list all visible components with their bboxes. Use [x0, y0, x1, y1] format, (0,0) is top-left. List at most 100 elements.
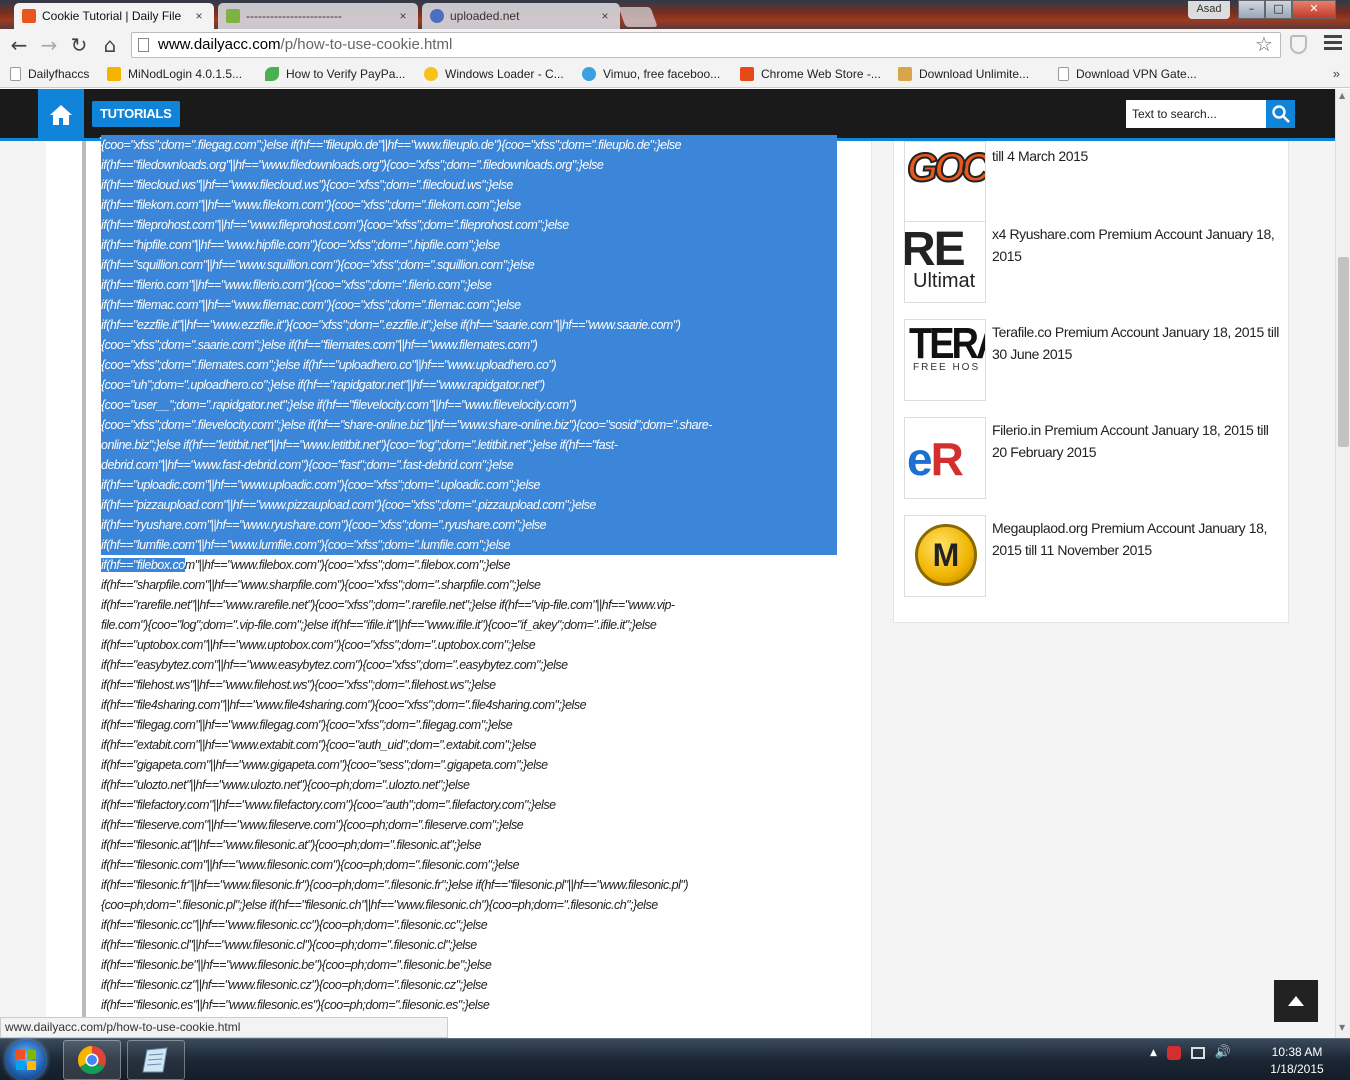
code-line-selected: debrid.com"||hf=="www.fast-debrid.com"){… [101, 455, 837, 475]
site-search-button[interactable] [1266, 100, 1295, 128]
post-thumbnail[interactable]: M [904, 515, 986, 597]
page-icon [10, 67, 21, 81]
app-icon [107, 67, 121, 81]
bookmarks-bar: Dailyfhaccs MiNodLogin 4.0.1.5... How to… [0, 62, 1350, 88]
code-text: m"||hf=="www.filebox.com"){coo="xfss";do… [184, 558, 511, 572]
bookmark-item[interactable]: How to Verify PayPa... [265, 67, 405, 81]
window-controls: – □ ✕ [1238, 0, 1336, 19]
home-icon[interactable]: ⌂ [97, 33, 123, 57]
scroll-to-top-button[interactable] [1274, 980, 1318, 1022]
code-line-selected: if(hf=="filecloud.ws"||hf=="www.fileclou… [101, 175, 837, 195]
code-line: if(hf=="filesonic.cc"||hf=="www.filesoni… [101, 918, 488, 932]
code-line-selected: {coo="user__";dom=".rapidgator.net";}els… [101, 395, 837, 415]
start-button[interactable] [6, 1040, 46, 1080]
scrollbar-thumb[interactable] [1338, 257, 1349, 447]
thumb-logo-text: GOC [906, 145, 986, 191]
code-line-selected: if(hf=="pizzaupload.com"||hf=="www.pizza… [101, 495, 837, 515]
bookmark-star-icon[interactable]: ☆ [1255, 32, 1273, 56]
bookmark-item[interactable]: Windows Loader - C... [424, 67, 564, 81]
folder-icon [898, 67, 912, 81]
browser-toolbar: ← → ↻ ⌂ www.dailyacc.com/p/how-to-use-co… [0, 29, 1350, 62]
new-tab-button[interactable] [618, 7, 658, 27]
address-bar[interactable]: www.dailyacc.com/p/how-to-use-cookie.htm… [131, 32, 1281, 58]
profile-badge[interactable]: Asad [1188, 1, 1230, 19]
taskbar-clock[interactable]: 10:38 AM 1/18/2015 [1262, 1044, 1332, 1078]
post-thumbnail[interactable]: GOC [904, 141, 986, 223]
page-scrollbar[interactable]: ▲ ▼ [1335, 89, 1350, 1038]
caret-up-icon [1288, 996, 1304, 1006]
bookmark-item[interactable]: Chrome Web Store -... [740, 67, 881, 81]
back-arrow-icon[interactable]: ← [6, 33, 32, 57]
link-status-bar: www.dailyacc.com/p/how-to-use-cookie.htm… [0, 1017, 448, 1038]
forward-arrow-icon[interactable]: → [36, 33, 62, 57]
bookmark-item[interactable]: Dailyfhaccs [10, 67, 89, 81]
skype-icon[interactable] [1166, 1045, 1181, 1060]
tutorials-menu-button[interactable]: TUTORIALS ▾ [92, 101, 180, 147]
code-line: if(hf=="ulozto.net"||hf=="www.ulozto.net… [101, 778, 470, 792]
post-title-link[interactable]: Megauplaod.org Premium Account January 1… [992, 517, 1284, 561]
close-window-button[interactable]: ✕ [1292, 0, 1336, 19]
code-line: if(hf=="filesonic.cl"||hf=="www.filesoni… [101, 938, 477, 952]
taskbar-app-button[interactable] [127, 1040, 185, 1080]
maximize-button[interactable]: □ [1265, 0, 1292, 19]
post-title-link[interactable]: till 4 March 2015 [992, 145, 1284, 167]
post-title-link[interactable]: Terafile.co Premium Account January 18, … [992, 321, 1284, 365]
tab-cookie-tutorial[interactable]: Cookie Tutorial | Daily File × [14, 3, 214, 29]
tray-expand-icon[interactable]: ▲ [1150, 1048, 1157, 1058]
chrome-icon [78, 1046, 106, 1074]
bookmark-label: Dailyfhaccs [28, 67, 90, 81]
post-title-link[interactable]: x4 Ryushare.com Premium Account January … [992, 223, 1284, 267]
menu-icon[interactable] [1324, 35, 1342, 53]
sidebar-post[interactable]: M Megauplaod.org Premium Account January… [904, 515, 1284, 599]
code-line-selected: {coo="uh";dom=".uploadhero.co";}else if(… [101, 375, 837, 395]
house-icon [50, 105, 72, 125]
reload-icon[interactable]: ↻ [66, 33, 92, 57]
post-thumbnail[interactable]: TERA FREE HOS [904, 319, 986, 401]
globe-icon [582, 67, 596, 81]
sidebar-post[interactable]: TERA FREE HOS Terafile.co Premium Accoun… [904, 319, 1284, 403]
extension-shield-icon[interactable] [1290, 35, 1307, 54]
close-icon[interactable]: × [396, 9, 410, 23]
search-icon [1271, 105, 1290, 123]
network-icon[interactable] [1190, 1046, 1205, 1059]
scroll-down-arrow-icon[interactable]: ▼ [1339, 1023, 1345, 1032]
tab-second[interactable]: ------------------------ × [218, 3, 418, 29]
bookmark-item[interactable]: Download VPN Gate... [1058, 67, 1197, 81]
code-line-selected: if(hf=="uploadic.com"||hf=="www.uploadic… [101, 475, 837, 495]
windows-taskbar: ▲ 🔊 10:38 AM 1/18/2015 [0, 1038, 1350, 1080]
sidebar-post[interactable]: RE Ultimat x4 Ryushare.com Premium Accou… [904, 221, 1284, 305]
bookmark-label: Vimuo, free faceboo... [603, 67, 721, 81]
bookmark-label: Windows Loader - C... [445, 67, 564, 81]
address-path: /p/how-to-use-cookie.html [280, 36, 453, 53]
bulb-icon [424, 67, 438, 81]
clock-time: 10:38 AM [1271, 1045, 1323, 1059]
taskbar-chrome-button[interactable] [63, 1040, 121, 1080]
post-title-link[interactable]: Filerio.in Premium Account January 18, 2… [992, 419, 1284, 463]
bookmark-label: Chrome Web Store -... [761, 67, 881, 81]
leaf-icon [265, 67, 279, 81]
code-line: if(hf=="fileserve.com"||hf=="www.fileser… [101, 818, 524, 832]
sidebar-post[interactable]: GOC till 4 March 2015 [904, 141, 1284, 225]
code-line: if(hf=="easybytez.com"||hf=="www.easybyt… [101, 658, 568, 672]
tab-uploaded[interactable]: uploaded.net × [422, 3, 620, 29]
code-line-selected: if(hf=="filekom.com"||hf=="www.filekom.c… [101, 195, 837, 215]
code-line: if(hf=="sharpfile.com"||hf=="www.sharpfi… [101, 578, 541, 592]
site-home-button[interactable] [38, 89, 84, 141]
bookmark-item[interactable]: Download Unlimite... [898, 67, 1029, 81]
code-line-selected: online.biz";}else if(hf=="letitbit.net"|… [101, 435, 837, 455]
bookmarks-overflow-button[interactable]: » [1333, 66, 1340, 81]
tab-label: ------------------------ [246, 9, 342, 23]
post-thumbnail[interactable]: RE Ultimat [904, 221, 986, 303]
sidebar-post[interactable]: eR Filerio.in Premium Account January 18… [904, 417, 1284, 501]
volume-icon[interactable]: 🔊 [1215, 1045, 1231, 1060]
code-line: if(hf=="filesonic.be"||hf=="www.filesoni… [101, 958, 492, 972]
scroll-up-arrow-icon[interactable]: ▲ [1339, 91, 1345, 100]
post-thumbnail[interactable]: eR [904, 417, 986, 499]
minimize-button[interactable]: – [1238, 0, 1265, 19]
bookmark-item[interactable]: MiNodLogin 4.0.1.5... [107, 67, 242, 81]
close-icon[interactable]: × [192, 9, 206, 23]
clock-date: 1/18/2015 [1270, 1062, 1324, 1076]
bookmark-item[interactable]: Vimuo, free faceboo... [582, 67, 720, 81]
close-icon[interactable]: × [598, 9, 612, 23]
site-search-input[interactable]: Text to search... [1126, 100, 1266, 128]
